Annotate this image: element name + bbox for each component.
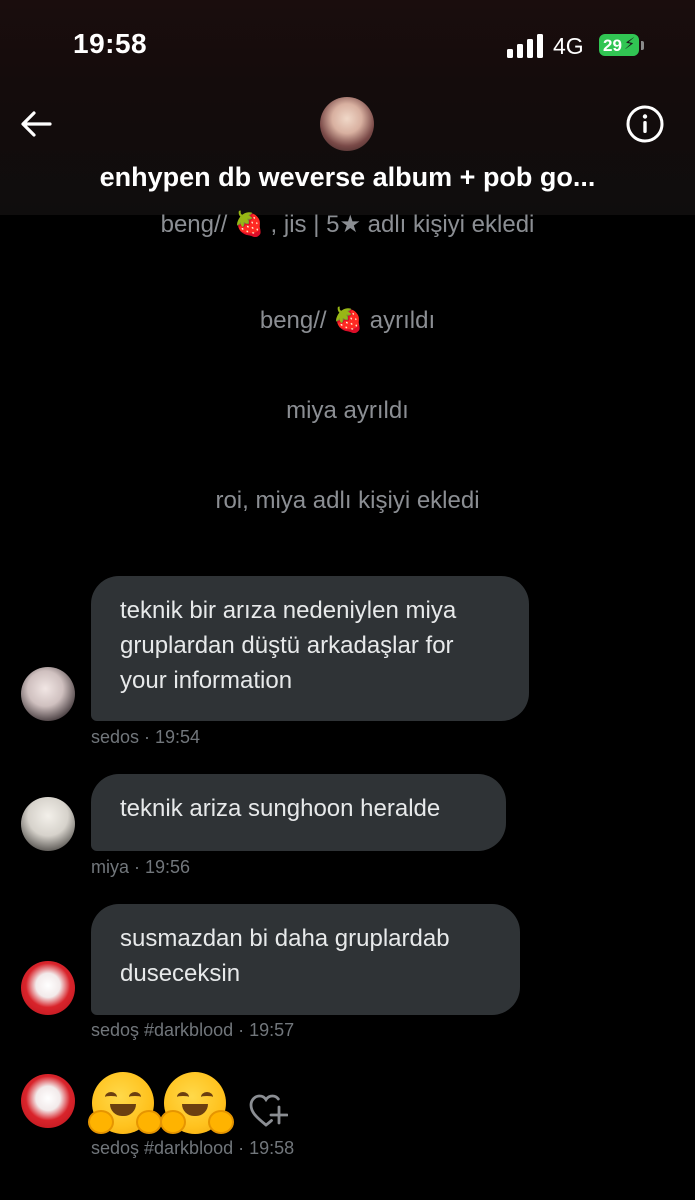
- battery-icon: 29 ⚡: [599, 34, 645, 58]
- system-message: miya ayrıldı: [286, 397, 409, 424]
- message-text-line: your information: [120, 667, 293, 694]
- status-bar: 19:58 4G 29 ⚡: [0, 0, 695, 90]
- hugging-face-emoji: [88, 1072, 162, 1134]
- back-arrow-icon[interactable]: [18, 106, 54, 142]
- message-text-line: teknik ariza sunghoon heralde: [120, 795, 441, 822]
- sender-avatar[interactable]: [21, 961, 75, 1015]
- system-message: roi, miya adlı kişiyi ekledi: [215, 487, 480, 514]
- system-message: beng// 🍓 , jis | 5★ adlı kişiyi ekledi: [160, 211, 535, 238]
- network-type: 4G: [553, 33, 584, 59]
- status-time: 19:58: [73, 28, 148, 59]
- message-bubble[interactable]: teknik ariza sunghoon heralde: [91, 774, 506, 851]
- charging-bolt-icon: ⚡: [624, 36, 636, 53]
- message-meta: sedoş #darkblood · 19:58: [91, 1138, 295, 1158]
- cellular-signal-icon: [507, 34, 543, 58]
- sender-avatar[interactable]: [21, 667, 75, 721]
- message-bubble[interactable]: teknik bir arıza nedeniylen miya gruplar…: [91, 576, 529, 721]
- message-meta: sedos · 19:54: [91, 727, 201, 747]
- info-icon[interactable]: [625, 104, 665, 144]
- message-text-line: teknik bir arıza nedeniylen miya: [120, 597, 457, 624]
- message-meta: sedoş #darkblood · 19:57: [91, 1020, 295, 1040]
- sender-avatar[interactable]: [21, 797, 75, 851]
- message-text-line: susmazdan bi daha gruplardab: [120, 925, 450, 952]
- hugging-face-emoji: [160, 1072, 234, 1134]
- message-meta: miya · 19:56: [91, 857, 191, 877]
- battery-percentage: 29: [603, 36, 622, 55]
- message-text-line: duseceksin: [120, 960, 241, 987]
- group-avatar[interactable]: [320, 97, 374, 151]
- battery-cap: [641, 41, 644, 50]
- conversation-title[interactable]: enhypen db weverse album + pob go...: [0, 162, 695, 193]
- sender-avatar[interactable]: [21, 1074, 75, 1128]
- add-reaction-heart-icon[interactable]: [248, 1093, 288, 1129]
- message-text-line: gruplardan düştü arkadaşlar for: [120, 632, 454, 659]
- message-bubble[interactable]: susmazdan bi daha gruplardab duseceksin: [91, 904, 520, 1015]
- system-message: beng// 🍓 ayrıldı: [259, 307, 436, 334]
